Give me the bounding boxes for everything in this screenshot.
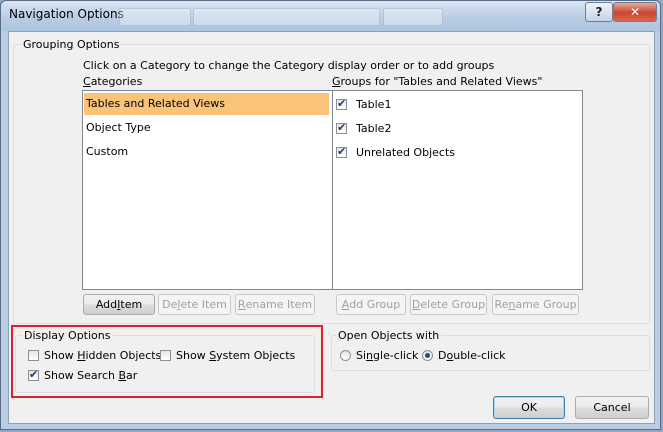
help-icon: ? — [595, 5, 603, 19]
delete-group-button[interactable]: Delete Group — [410, 294, 487, 315]
title-bar[interactable]: Navigation Options ? ✕ — [1, 1, 660, 31]
categories-listbox[interactable]: Tables and Related Views Object Type Cus… — [82, 90, 333, 290]
close-icon: ✕ — [629, 5, 641, 19]
rename-group-button[interactable]: Re n ame Group — [492, 294, 579, 315]
dialog-title: Navigation Options — [9, 7, 124, 21]
radio-icon[interactable] — [422, 350, 433, 361]
group-item[interactable]: Table1 — [336, 94, 391, 114]
groups-listbox[interactable]: Table1 Table2 Unrelated Objects — [332, 90, 583, 290]
category-item[interactable]: Object Type — [84, 117, 329, 139]
open-objects-legend: Open Objects with — [336, 329, 442, 342]
group-item[interactable]: Table2 — [336, 118, 391, 138]
checkbox-icon[interactable] — [336, 97, 347, 110]
rename-item-button[interactable]: Rename Item — [235, 294, 315, 315]
navigation-options-dialog: Navigation Options ? ✕ Grouping Options … — [0, 0, 661, 430]
dialog-client-area: Grouping Options Click on a Category to … — [8, 31, 655, 424]
delete-item-button[interactable]: De l ete Item — [158, 294, 231, 315]
categories-label: Categories — [83, 75, 143, 88]
group-item[interactable]: Unrelated Objects — [336, 142, 455, 162]
red-highlight-box — [11, 325, 323, 398]
add-group-button[interactable]: Add Group — [336, 294, 406, 315]
category-item[interactable]: Custom — [84, 141, 329, 163]
checkbox-icon[interactable] — [336, 121, 347, 134]
single-click-radio[interactable]: Single-click — [340, 349, 418, 362]
groups-label: Groups for "Tables and Related Views" — [332, 75, 543, 88]
cancel-button[interactable]: Cancel — [575, 396, 649, 419]
grouping-options-legend: Grouping Options — [21, 38, 122, 51]
grouping-instruction: Click on a Category to change the Catego… — [83, 59, 495, 72]
background-window-ghost — [193, 8, 380, 26]
checkbox-icon[interactable] — [336, 145, 347, 158]
double-click-radio[interactable]: Double-click — [422, 349, 506, 362]
close-button[interactable]: ✕ — [613, 2, 657, 22]
background-window-ghost — [383, 8, 443, 26]
ok-button[interactable]: OK — [493, 396, 565, 419]
background-window-ghost — [119, 8, 191, 26]
add-item-button[interactable]: Add Item — [83, 294, 155, 315]
category-item[interactable]: Tables and Related Views — [84, 93, 329, 115]
radio-icon[interactable] — [340, 350, 351, 361]
help-button[interactable]: ? — [585, 2, 613, 22]
